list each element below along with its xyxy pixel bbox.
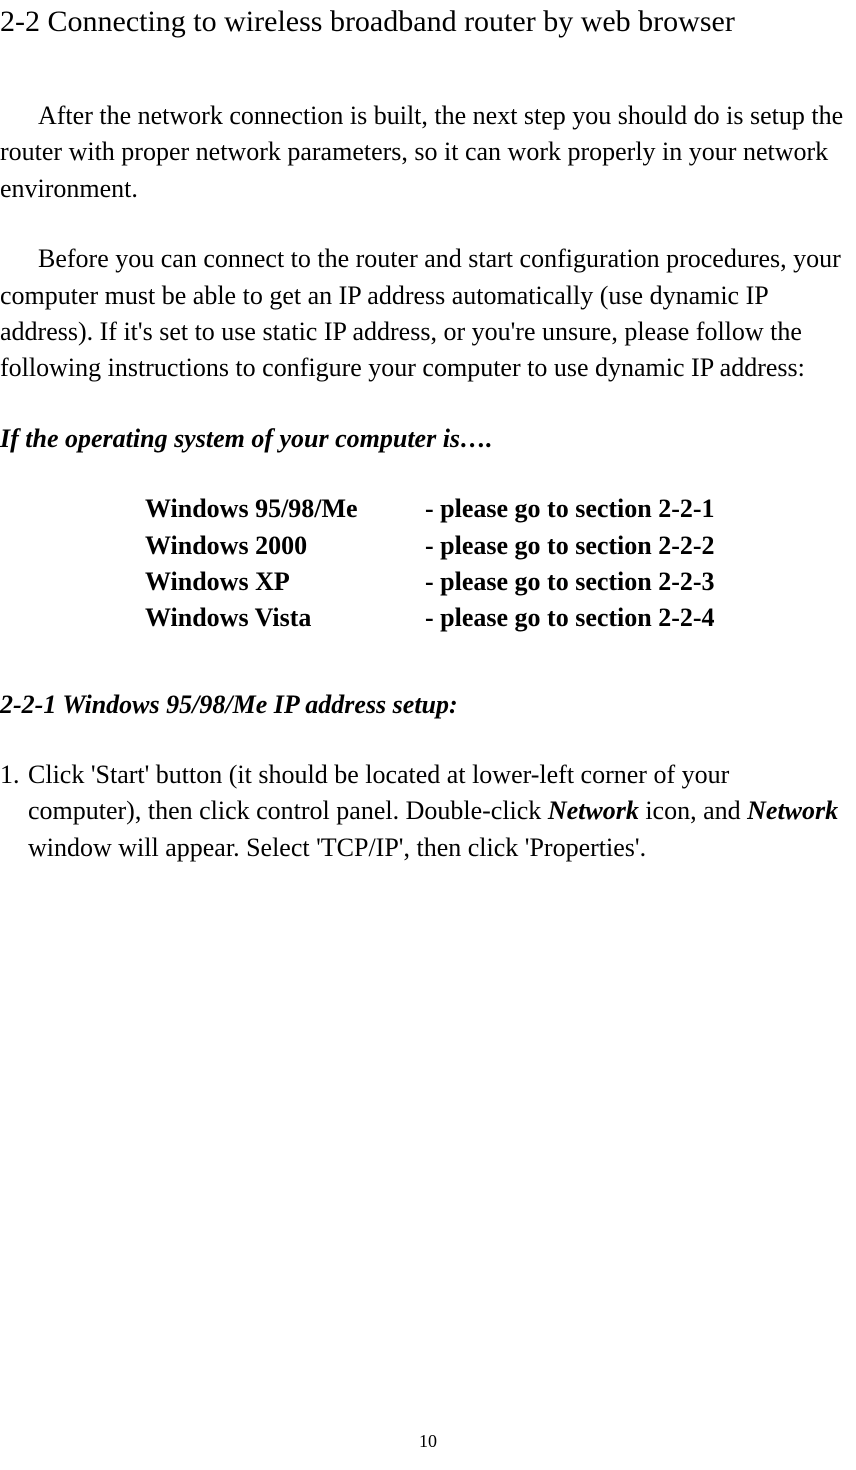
os-name: Windows 95/98/Me (145, 491, 425, 527)
os-name: Windows 2000 (145, 528, 425, 564)
emphasis-network-1: Network (548, 796, 639, 825)
os-section-table: Windows 95/98/Me - please go to section … (145, 491, 849, 637)
step-1: 1. Click 'Start' button (it should be lo… (0, 757, 849, 866)
section-title: 2-2 Connecting to wireless broadband rou… (0, 1, 849, 43)
os-row: Windows XP - please go to section 2-2-3 (145, 564, 849, 600)
text-fragment: icon, and (639, 796, 747, 825)
os-section-ref: - please go to section 2-2-2 (425, 528, 849, 564)
os-row: Windows 95/98/Me - please go to section … (145, 491, 849, 527)
os-section-ref: - please go to section 2-2-1 (425, 491, 849, 527)
os-section-ref: - please go to section 2-2-4 (425, 600, 849, 636)
emphasis-network-2: Network (747, 796, 838, 825)
subsection-title: 2-2-1 Windows 95/98/Me IP address setup: (0, 687, 849, 723)
os-name: Windows XP (145, 564, 425, 600)
os-row: Windows 2000 - please go to section 2-2-… (145, 528, 849, 564)
intro-paragraph-1: After the network connection is built, t… (0, 98, 849, 207)
page-number: 10 (0, 1429, 856, 1454)
os-section-ref: - please go to section 2-2-3 (425, 564, 849, 600)
step-number: 1. (0, 757, 28, 866)
intro-paragraph-2: Before you can connect to the router and… (0, 241, 849, 387)
os-intro-line: If the operating system of your computer… (0, 421, 849, 457)
text-fragment: window will appear. Select 'TCP/IP', the… (28, 833, 646, 862)
os-name: Windows Vista (145, 600, 425, 636)
step-content: Click 'Start' button (it should be locat… (28, 757, 849, 866)
os-row: Windows Vista - please go to section 2-2… (145, 600, 849, 636)
